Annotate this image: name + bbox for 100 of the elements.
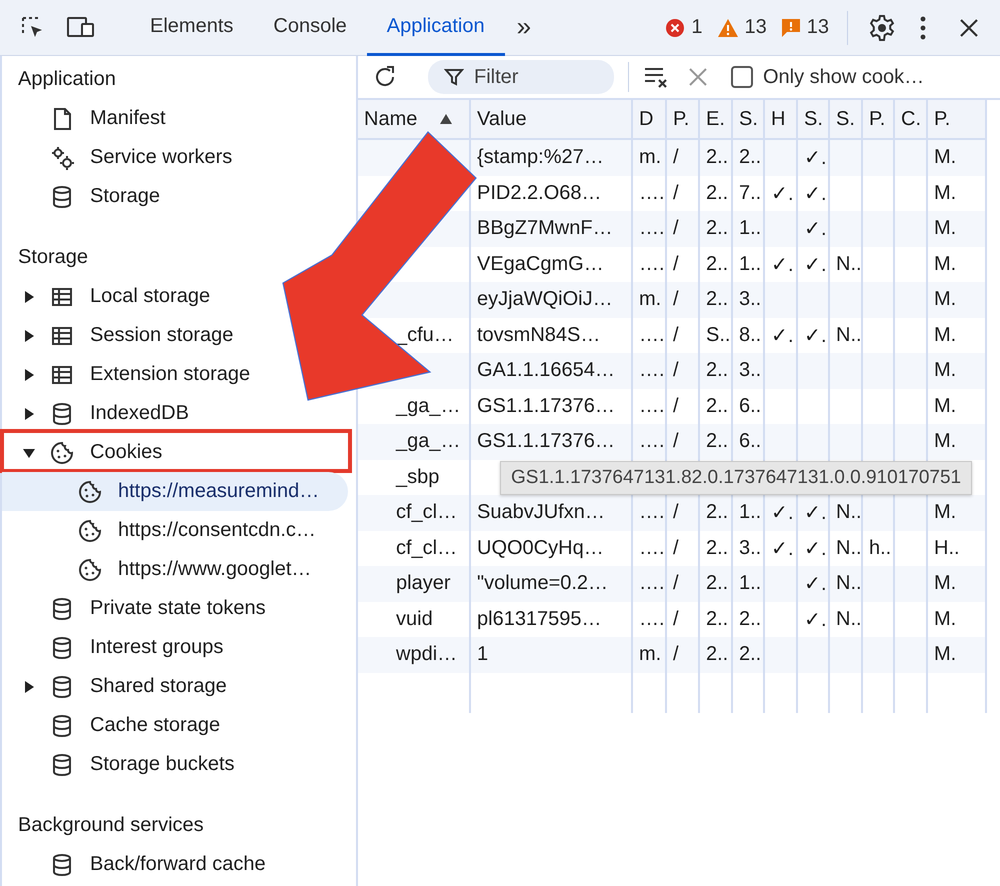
table-cell: 3.. (739, 359, 762, 382)
table-cell: 2.. (706, 217, 728, 240)
tree-item[interactable]: Private state tokens (2, 589, 270, 628)
error-counter[interactable]: 1 (665, 16, 702, 39)
error-icon (665, 18, 686, 38)
database-icon (50, 714, 74, 738)
tree-item[interactable]: https://www.googlet… (2, 550, 316, 589)
table-cell: _cfu… (396, 324, 454, 346)
table-cell: 8.. (739, 324, 762, 346)
table-cell: M. (934, 182, 956, 204)
tree-item[interactable]: https://measuremind… (2, 472, 348, 511)
column-header[interactable]: S. (797, 100, 829, 139)
table-cell: ✓. (771, 324, 794, 347)
delete-icon (687, 66, 709, 88)
column-header[interactable]: C. (894, 100, 927, 139)
column-header[interactable]: P. (927, 100, 986, 139)
more-tabs-button[interactable]: » (504, 0, 544, 56)
tree-item[interactable]: https://consentcdn.c… (2, 511, 320, 550)
tree-item[interactable]: Manifest (2, 99, 170, 138)
table-cell: 2.. (706, 501, 728, 524)
table-cell: ✓. (804, 573, 827, 596)
table-cell: …. (639, 217, 664, 240)
column-header[interactable]: D (632, 100, 666, 139)
table-cell: N.. (836, 324, 860, 346)
table-cell: 2.. (739, 608, 762, 630)
table-cell: 1 (477, 643, 488, 666)
table-cell: …. (639, 359, 664, 382)
filter-icon (444, 67, 464, 87)
column-header[interactable]: S. (732, 100, 764, 139)
table-cell: PID2.2.O68… (477, 182, 602, 204)
table-cell: ✓. (804, 502, 827, 524)
table-cell: M. (934, 643, 956, 666)
table-cell: wpdi… (396, 643, 458, 666)
table-cell: UQO0CyHq… (477, 536, 604, 559)
column-header[interactable]: E. (699, 100, 732, 139)
table-cell: / (673, 182, 679, 204)
table-cell: ✓. (771, 254, 794, 276)
table-cell: cf_cl… (396, 501, 458, 524)
table-cell: N.. (836, 608, 860, 630)
tree-item[interactable]: Cache storage (2, 706, 224, 745)
tree-item[interactable]: Service workers (2, 138, 236, 177)
warning-counter[interactable]: 13 (716, 16, 767, 39)
table-cell: vuid (396, 608, 433, 630)
table-cell: M. (934, 430, 956, 452)
tree-item[interactable]: Shared storage (2, 667, 231, 706)
column-header[interactable]: H (764, 100, 797, 139)
panel-tab[interactable]: Elements (130, 0, 254, 56)
table-cell: pl61317595… (477, 608, 602, 630)
table-cell: 2.. (706, 572, 728, 594)
table-cell: …. (639, 501, 664, 524)
table-cell: …. (639, 536, 664, 559)
tree-item[interactable]: Storage (2, 177, 164, 216)
table-cell: 3.. (739, 536, 762, 559)
table-cell: 2.. (706, 536, 728, 559)
column-header[interactable]: Value (470, 100, 632, 139)
column-header[interactable]: P. (862, 100, 894, 139)
tree-item[interactable]: Session storage (2, 316, 238, 355)
table-cell: ✓. (771, 182, 794, 205)
table-cell: 3.. (739, 288, 762, 310)
table-cell: …. (639, 572, 664, 594)
column-header[interactable]: Name (358, 100, 470, 139)
section-heading: Application (17, 67, 117, 92)
tooltip: GS1.1.1737647131.82.0.1737647131.0.0.910170751 (500, 461, 972, 495)
table-cell: …. (639, 182, 664, 204)
tree-item[interactable]: Interest groups (2, 628, 228, 667)
filter-field[interactable]: Filter (428, 60, 614, 94)
table-cell: tovsmN84S… (477, 324, 600, 346)
database-icon (50, 674, 74, 698)
table-cell: / (673, 288, 679, 310)
tree-item[interactable]: Local storage (2, 277, 214, 316)
table-cell: / (673, 324, 679, 346)
only-show-checkbox[interactable]: Only show cook… (731, 66, 924, 88)
table-cell: / (673, 217, 679, 240)
table-cell: …. (639, 252, 664, 275)
tree-item[interactable]: Cookies (2, 433, 166, 472)
column-header[interactable]: P. (666, 100, 699, 139)
table-cell: m. (639, 288, 662, 310)
panel-tab[interactable]: Console (253, 0, 367, 56)
table-cell: M. (934, 252, 956, 275)
table-cell: ✓. (804, 218, 827, 240)
tree-item[interactable]: IndexedDB (2, 394, 193, 433)
column-header[interactable]: S. (829, 100, 862, 139)
tree-item[interactable]: Storage buckets (2, 745, 239, 784)
table-cell: 2.. (706, 252, 728, 275)
table-cell: _sbp (396, 466, 440, 488)
table-cell: M. (934, 146, 956, 168)
table-cell: cf_cl… (396, 536, 458, 559)
table-cell: …. (639, 324, 664, 346)
cookie-icon (78, 558, 102, 582)
table-cell: GS1.1.17376… (477, 430, 615, 452)
tree-item[interactable]: Back/forward cache (2, 845, 270, 884)
table-cell: M. (934, 324, 956, 346)
tree-item[interactable]: Extension storage (2, 355, 254, 394)
table-cell: / (673, 394, 679, 417)
panel-tab[interactable]: Application (366, 0, 505, 56)
table-cell: VEgaCgmG… (477, 252, 604, 275)
issue-counter[interactable]: 13 (780, 16, 829, 39)
table-cell: / (673, 430, 679, 452)
database-icon (50, 402, 74, 426)
table-cell: GS1.1.17376… (477, 394, 615, 417)
